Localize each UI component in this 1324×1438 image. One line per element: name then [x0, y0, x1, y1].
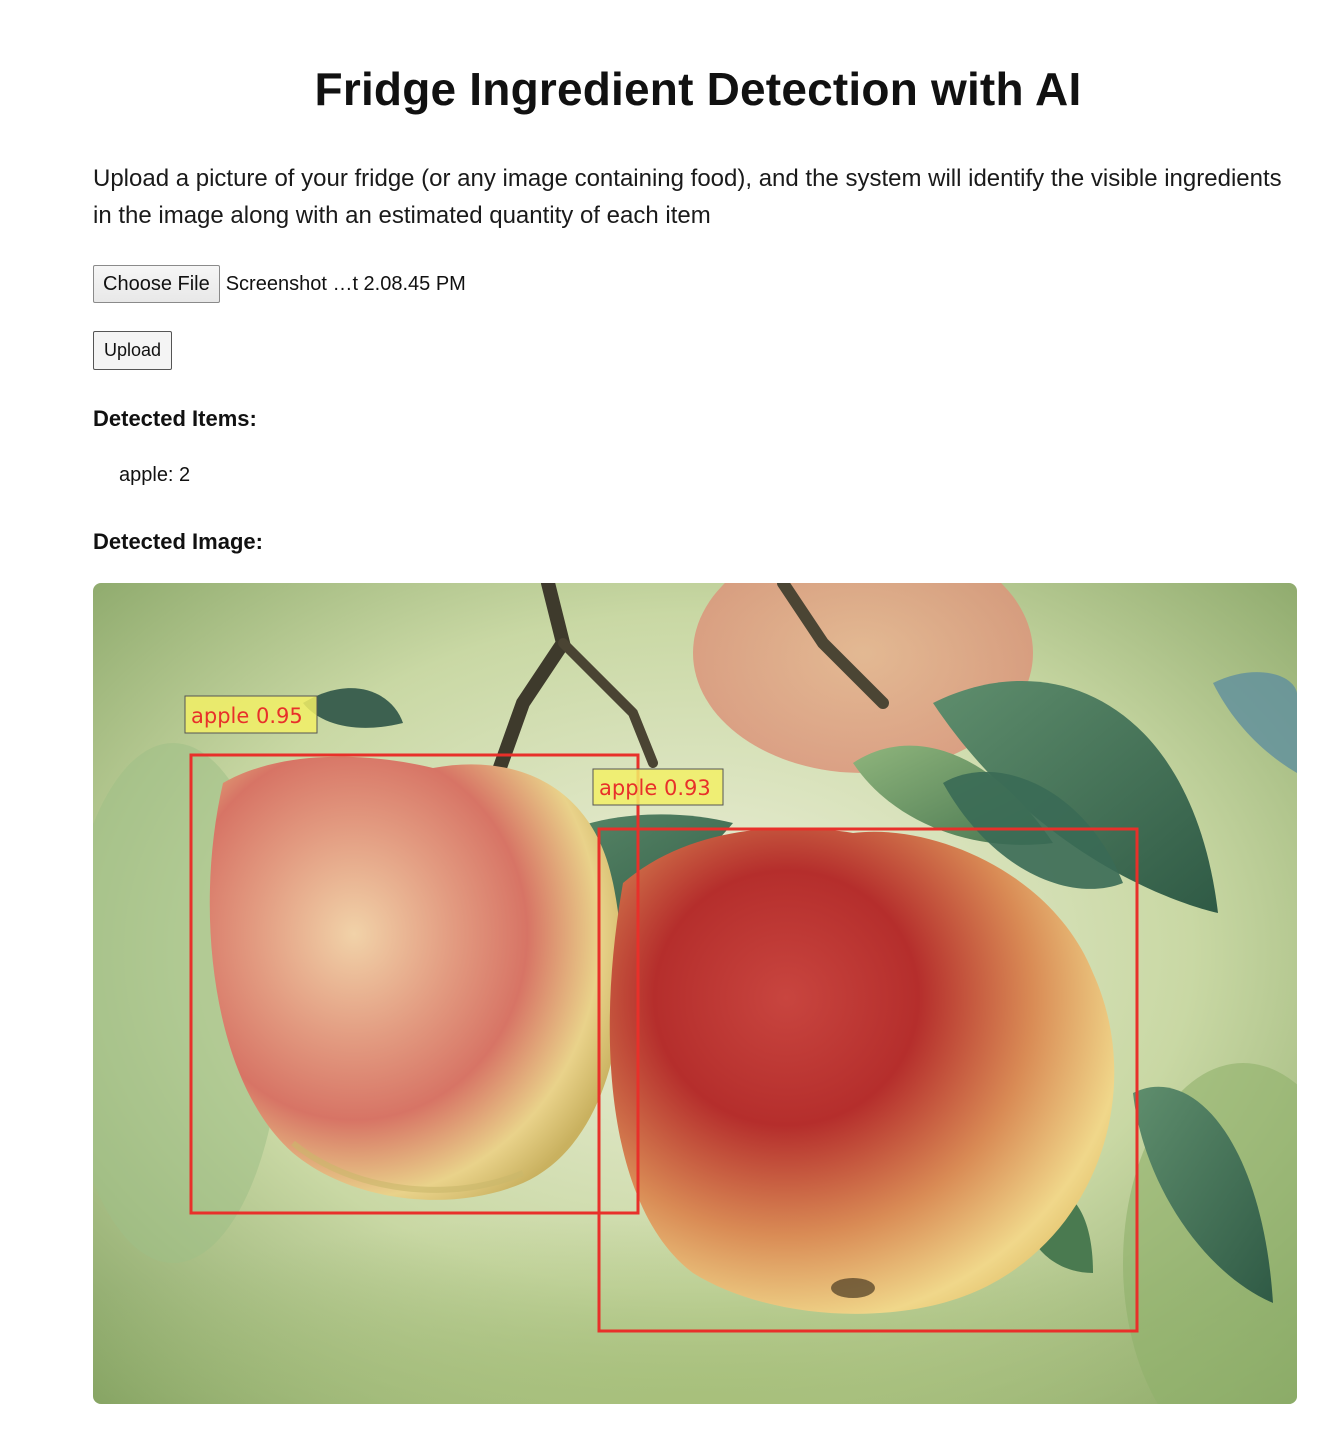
- detection-label: apple 0.93: [599, 776, 711, 800]
- choose-file-button[interactable]: Choose File: [93, 265, 220, 303]
- detected-item: apple: 2: [119, 464, 191, 486]
- detected-image: apple 0.95 apple 0.93: [93, 583, 1297, 1404]
- detected-items-heading: Detected Items:: [93, 406, 257, 431]
- detected-image-heading: Detected Image:: [93, 529, 263, 554]
- upload-button[interactable]: Upload: [93, 331, 173, 370]
- detection-label: apple 0.95: [191, 704, 303, 728]
- detected-items-list: apple: 2: [119, 464, 190, 487]
- page-title: Fridge Ingredient Detection with AI: [314, 63, 1082, 115]
- detected-image-canvas: apple 0.95 apple 0.93: [93, 583, 1297, 1404]
- page-description: Upload a picture of your fridge (or any …: [93, 165, 1282, 229]
- file-input[interactable]: Choose File Screenshot …t 2.08.45 PM: [93, 265, 466, 303]
- selected-file-name: Screenshot …t 2.08.45 PM: [225, 272, 466, 295]
